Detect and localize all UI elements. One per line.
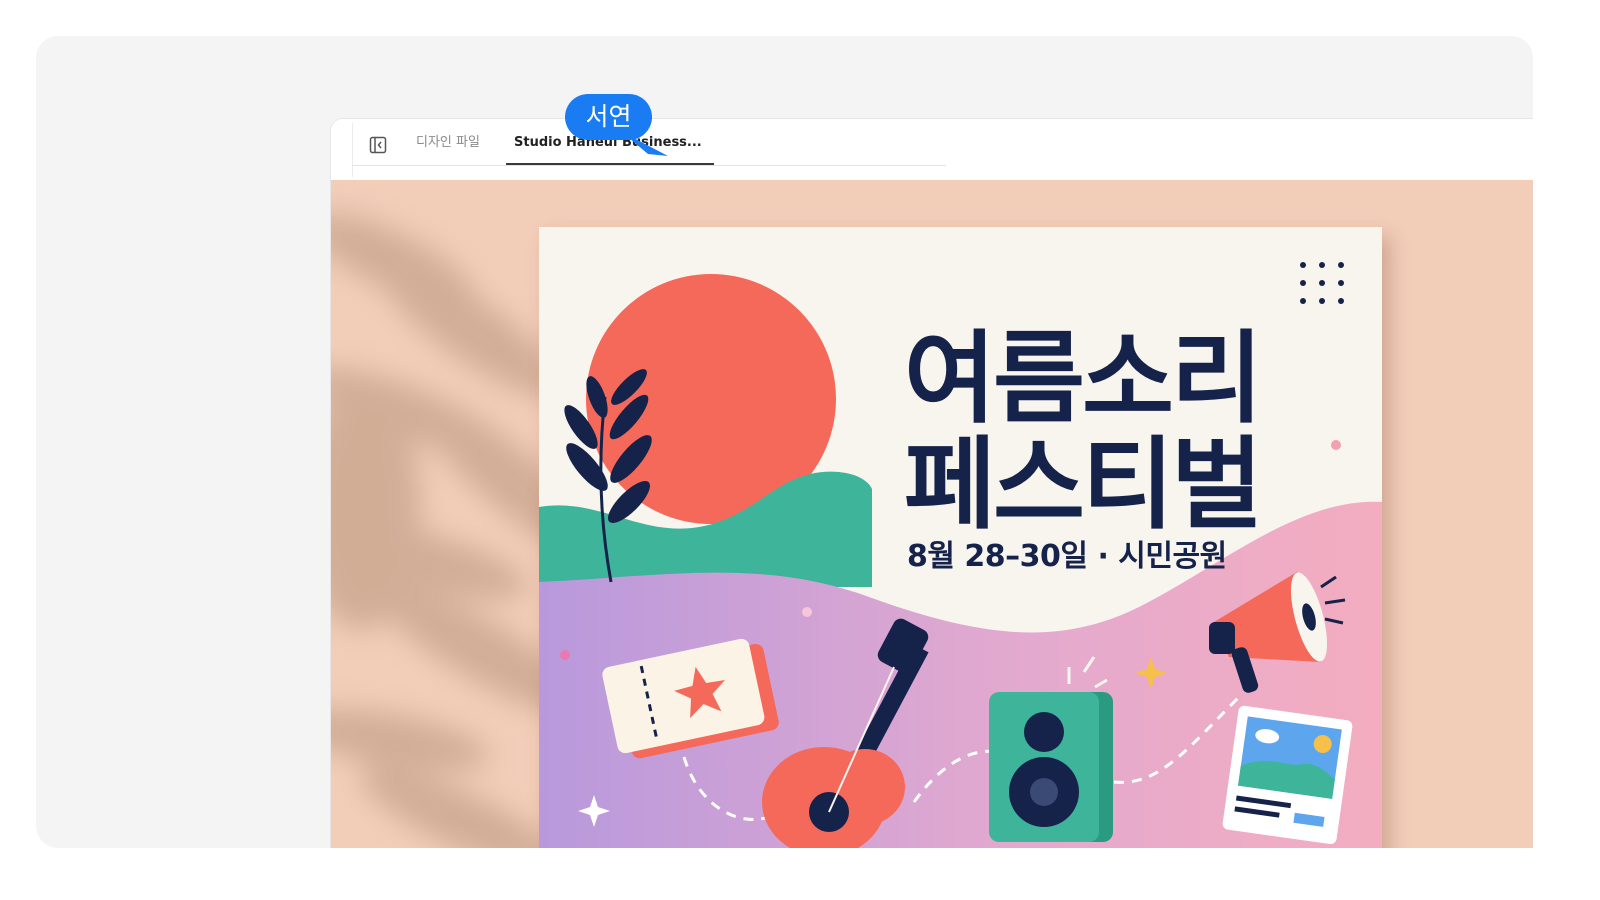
design-window: 디자인 파일 Studio Haneul Business... 여름소리 페스…	[331, 119, 1533, 848]
sidebar-toggle-icon	[369, 136, 387, 154]
poster-title-line-2: 페스티벌	[904, 426, 1263, 543]
dot-grid-icon	[1300, 262, 1344, 304]
festival-poster[interactable]: 여름소리 페스티벌 8월 28–30일 · 시민공원	[539, 227, 1382, 848]
design-canvas[interactable]: 여름소리 페스티벌 8월 28–30일 · 시민공원	[331, 180, 1533, 848]
tab-design-files[interactable]: 디자인 파일	[416, 133, 480, 153]
tabbar-divider	[352, 123, 353, 177]
tabbar-baseline	[352, 165, 946, 166]
collaborator-cursor-icon	[622, 132, 668, 156]
poster-subtitle: 8월 28–30일 · 시민공원	[907, 539, 1227, 574]
poster-title-line-1: 여름소리	[904, 320, 1263, 437]
photo-card-icon	[1222, 705, 1353, 845]
tab-bar: 디자인 파일 Studio Haneul Business...	[331, 119, 1533, 181]
sidebar-toggle-button[interactable]	[367, 134, 389, 156]
